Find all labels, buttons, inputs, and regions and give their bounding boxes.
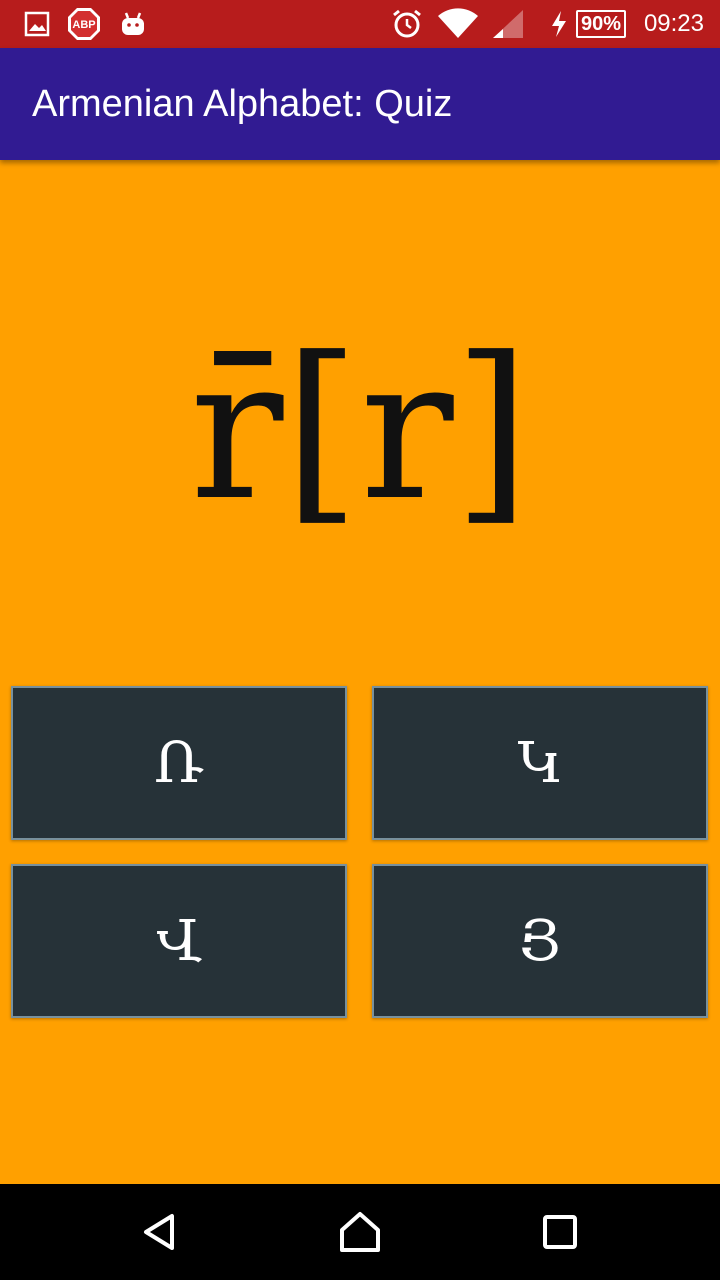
alarm-icon [390,8,424,40]
recents-icon[interactable] [530,1202,590,1262]
quiz-screen: ABP 90% 09:23 Armenian Alphabet: Quiz r̄… [0,0,720,1280]
question-transliteration: r̄[r] [189,316,531,544]
status-bar: ABP 90% 09:23 [0,0,720,48]
app-title: Armenian Alphabet: Quiz [32,83,453,125]
navigation-bar [0,1184,720,1280]
android-icon [118,8,148,40]
battery-level: 90% [576,10,627,38]
status-time: 09:23 [643,10,704,37]
app-bar: Armenian Alphabet: Quiz [0,48,720,160]
adblock-icon: ABP [66,8,102,40]
wifi-icon [436,8,480,40]
signal-icon [490,8,526,40]
back-icon[interactable] [130,1202,190,1262]
charging-icon [548,8,570,40]
answer-button-4[interactable]: Յ [372,864,708,1018]
answer-button-3[interactable]: Վ [11,864,347,1018]
battery-icon: 90% [576,8,627,40]
home-icon[interactable] [330,1202,390,1262]
adblock-label: ABP [72,19,95,31]
image-icon [22,8,52,40]
answer-button-1[interactable]: Ռ [11,686,347,840]
answer-button-2[interactable]: Կ [372,686,708,840]
